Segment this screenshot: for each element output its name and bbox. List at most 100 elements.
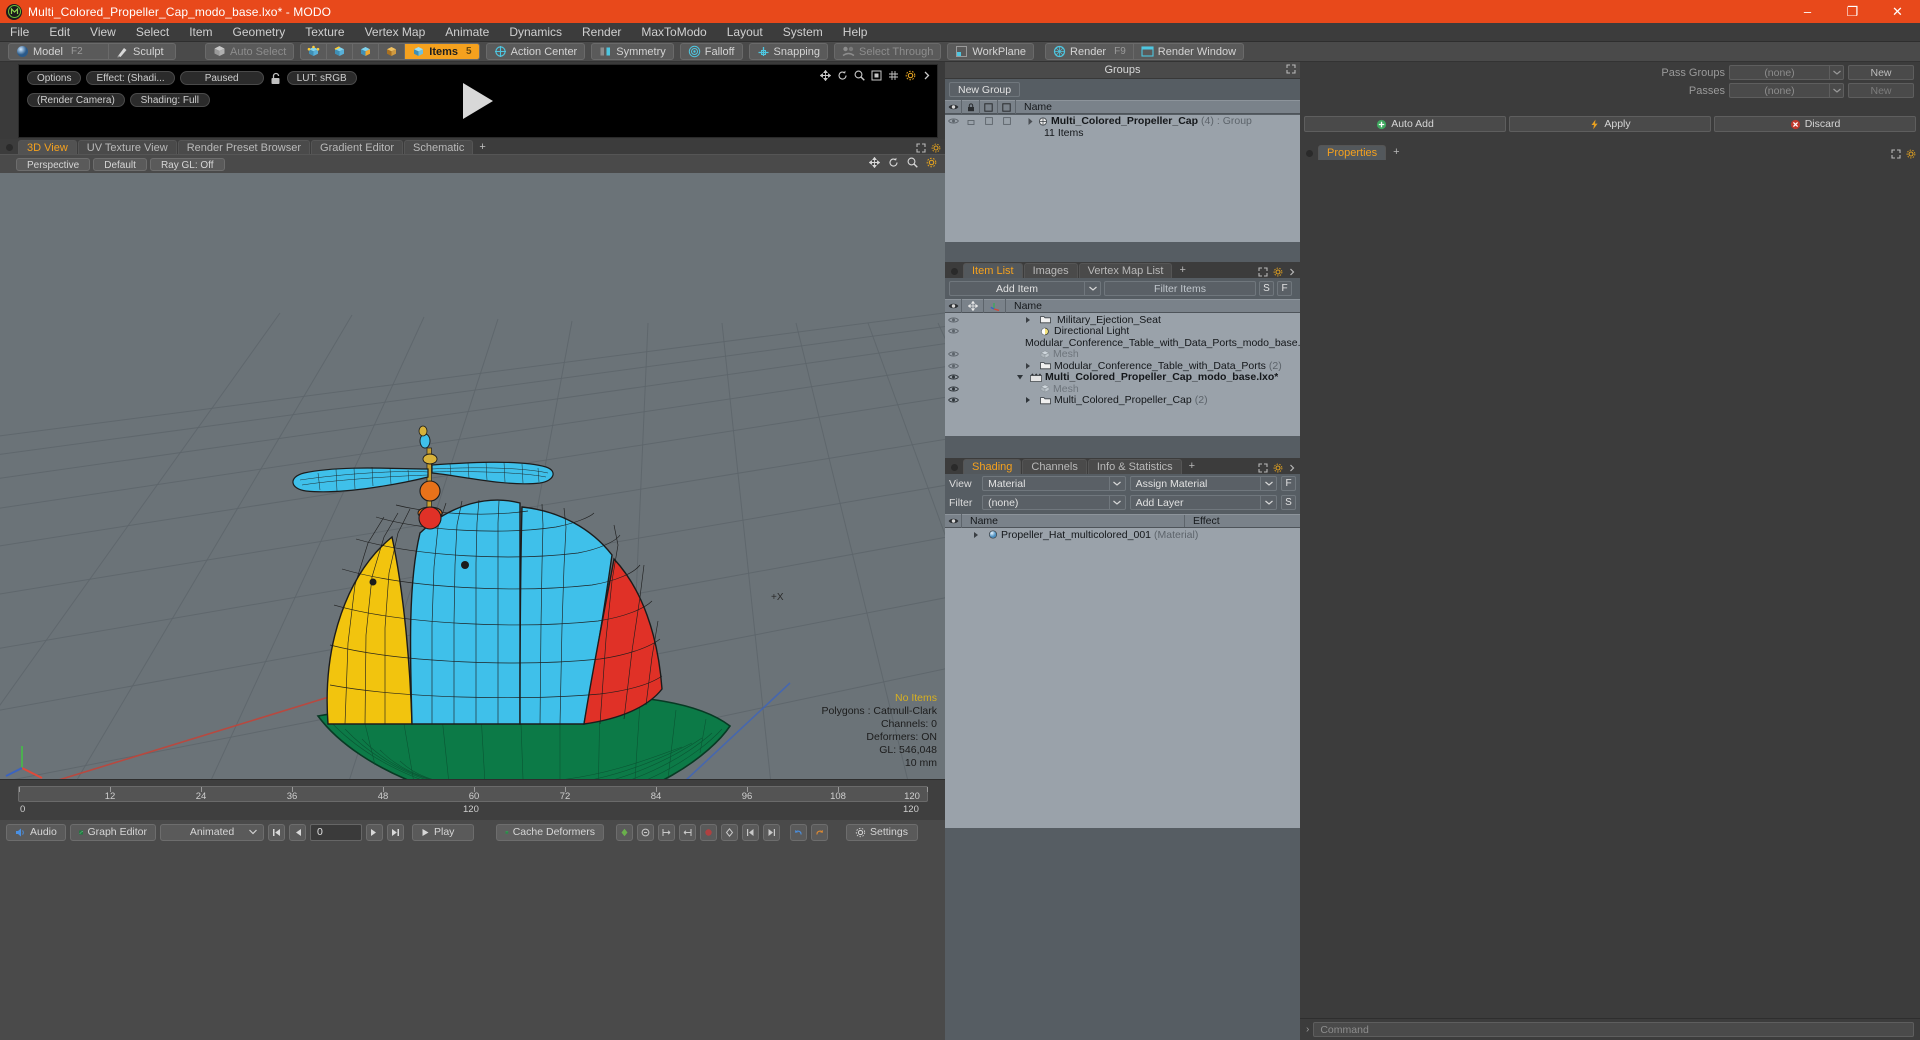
shading-mode-button[interactable]: Shading: Full xyxy=(129,93,210,107)
gear-icon[interactable] xyxy=(1273,463,1283,473)
expand-icon[interactable] xyxy=(1891,149,1901,159)
row-name-cell[interactable]: Modular_Conference_Table_with_Data_Ports… xyxy=(1006,360,1282,372)
skip-end-button[interactable] xyxy=(387,823,404,841)
chevron-down-icon[interactable] xyxy=(1829,66,1843,79)
gear-icon[interactable] xyxy=(926,157,937,168)
toolbar-action-center-button[interactable]: Action Center xyxy=(487,44,585,59)
toolbar-polygon-button[interactable] xyxy=(353,44,380,59)
assign-material-combo[interactable]: Assign Material xyxy=(1129,476,1277,491)
row-eye-toggle[interactable] xyxy=(945,117,962,125)
row-eye-toggle[interactable] xyxy=(945,350,962,358)
toolbar-material-button[interactable] xyxy=(379,44,406,59)
tab-shading[interactable]: Shading xyxy=(963,459,1022,474)
menu-item[interactable]: Item xyxy=(179,23,222,42)
autokey-button[interactable] xyxy=(637,823,654,841)
perspective-button[interactable]: Perspective xyxy=(16,157,91,171)
menu-texture[interactable]: Texture xyxy=(295,23,354,42)
filter-items-input[interactable]: Filter Items xyxy=(1104,281,1256,296)
grid-icon[interactable] xyxy=(888,70,899,81)
unlocked-padlock-icon[interactable] xyxy=(269,72,282,85)
row-name-cell[interactable]: Mesh xyxy=(1006,348,1079,360)
step-back-button[interactable] xyxy=(289,823,306,841)
toolbar-falloff-button[interactable]: Falloff xyxy=(681,44,742,59)
toolbar-select-through-button[interactable]: Select Through xyxy=(835,44,940,59)
chevron-down-icon[interactable] xyxy=(1829,84,1843,97)
toolbar-snapping-button[interactable]: Snapping xyxy=(750,44,828,59)
tab-info-statistics[interactable]: Info & Statistics xyxy=(1087,459,1182,474)
tab-uv-texture-view[interactable]: UV Texture View xyxy=(77,140,177,154)
chevron-down-icon[interactable] xyxy=(1084,282,1100,295)
expand-icon[interactable] xyxy=(1286,64,1296,74)
tab-gradient-editor[interactable]: Gradient Editor xyxy=(311,140,403,154)
expand-arrow-icon[interactable] xyxy=(1026,117,1035,126)
tab-images[interactable]: Images xyxy=(1023,263,1078,278)
chevron-down-icon[interactable] xyxy=(1108,496,1125,509)
collapse-arrow-icon[interactable] xyxy=(1016,373,1024,381)
item-list-tab-dot-icon[interactable] xyxy=(951,268,958,275)
default-button[interactable]: Default xyxy=(93,157,147,171)
play-triangle-icon[interactable] xyxy=(463,83,493,119)
row-name-cell[interactable]: Multi_Colored_Propeller_Cap (4) : Group xyxy=(1016,115,1252,127)
row-name-cell[interactable]: Multi_Colored_Propeller_Cap_modo_base.lx… xyxy=(1006,371,1278,383)
redo-key-button[interactable] xyxy=(811,823,828,841)
list-item[interactable]: Modular_Conference_Table_with_Data_Ports… xyxy=(945,337,1300,349)
move-icon[interactable] xyxy=(820,70,831,81)
skip-start-button[interactable] xyxy=(268,823,285,841)
rotate-icon[interactable] xyxy=(837,70,848,81)
list-item[interactable]: Mesh xyxy=(945,383,1300,395)
tab-render-preset-browser[interactable]: Render Preset Browser xyxy=(177,140,311,154)
add-item-combo[interactable]: Add Item xyxy=(949,281,1101,296)
menu-system[interactable]: System xyxy=(773,23,833,42)
row-eye-toggle[interactable] xyxy=(945,396,962,404)
tab-item-list[interactable]: Item List xyxy=(963,263,1023,278)
menu-geometry[interactable]: Geometry xyxy=(223,23,296,42)
passes-new-button[interactable]: New xyxy=(1848,83,1914,98)
filter-f-button[interactable]: F xyxy=(1277,281,1292,296)
filter-s-button[interactable]: S xyxy=(1259,281,1274,296)
shading-tab-dot-icon[interactable] xyxy=(951,464,958,471)
properties-tab-dot-icon[interactable] xyxy=(1306,150,1313,157)
gear-icon[interactable] xyxy=(1273,267,1283,277)
move-icon[interactable] xyxy=(869,157,880,168)
chevron-right-icon[interactable] xyxy=(1288,267,1296,277)
row-eye-toggle[interactable] xyxy=(945,373,962,381)
chevron-down-icon[interactable] xyxy=(1260,496,1276,509)
undo-key-button[interactable] xyxy=(790,823,807,841)
row-name-cell[interactable]: Propeller_Hat_multicolored_001 (Material… xyxy=(962,529,1198,541)
assign-material-f-button[interactable]: F xyxy=(1281,476,1296,491)
render-camera-button[interactable]: (Render Camera) xyxy=(27,93,125,107)
add-layer-combo[interactable]: Add Layer xyxy=(1129,495,1277,510)
zoom-icon[interactable] xyxy=(907,157,918,168)
row-name-cell[interactable]: Military_Ejection_Seat xyxy=(1006,314,1161,326)
table-row[interactable]: Multi_Colored_Propeller_Cap (4) : Group xyxy=(945,115,1300,127)
tab-properties[interactable]: Properties xyxy=(1318,145,1387,160)
cache-deformers-button[interactable]: Cache Deformers xyxy=(496,823,604,841)
key-all-button[interactable] xyxy=(721,823,738,841)
tab-add-button[interactable]: + xyxy=(1183,459,1201,474)
row-eye-toggle[interactable] xyxy=(945,316,962,324)
tab-schematic[interactable]: Schematic xyxy=(404,140,474,154)
expand-arrow-icon[interactable] xyxy=(1024,396,1032,404)
viewport-tab-dot-icon[interactable] xyxy=(6,144,13,151)
toolbar-model-button[interactable]: Model F2 xyxy=(9,44,109,59)
list-item[interactable]: Propeller_Hat_multicolored_001 (Material… xyxy=(945,529,1300,541)
list-item[interactable]: Multi_Colored_Propeller_Cap (2) xyxy=(945,394,1300,406)
list-item[interactable]: Multi_Colored_Propeller_Cap_modo_base.lx… xyxy=(945,371,1300,383)
view-combo[interactable]: Material xyxy=(982,476,1126,491)
settings-button[interactable]: Settings xyxy=(846,823,918,841)
lut-button[interactable]: LUT: sRGB xyxy=(286,71,357,85)
menu-render[interactable]: Render xyxy=(572,23,631,42)
toolbar-items-button[interactable]: Items 5 xyxy=(405,44,479,59)
menu-view[interactable]: View xyxy=(80,23,126,42)
tab-add-button[interactable]: + xyxy=(1387,145,1405,160)
groups-list-body[interactable]: Multi_Colored_Propeller_Cap (4) : Group … xyxy=(945,115,1300,242)
menu-help[interactable]: Help xyxy=(833,23,878,42)
row-name-cell[interactable]: Mesh xyxy=(1006,383,1079,395)
maximize-button[interactable]: ❐ xyxy=(1830,0,1875,23)
graph-editor-button[interactable]: Graph Editor xyxy=(70,823,156,841)
toolbar-sculpt-button[interactable]: Sculpt xyxy=(109,44,175,59)
apply-button[interactable]: Apply xyxy=(1509,116,1711,132)
menu-vertex-map[interactable]: Vertex Map xyxy=(355,23,436,42)
passes-combo[interactable]: (none) xyxy=(1729,83,1844,98)
row-select-toggle[interactable] xyxy=(998,117,1016,125)
